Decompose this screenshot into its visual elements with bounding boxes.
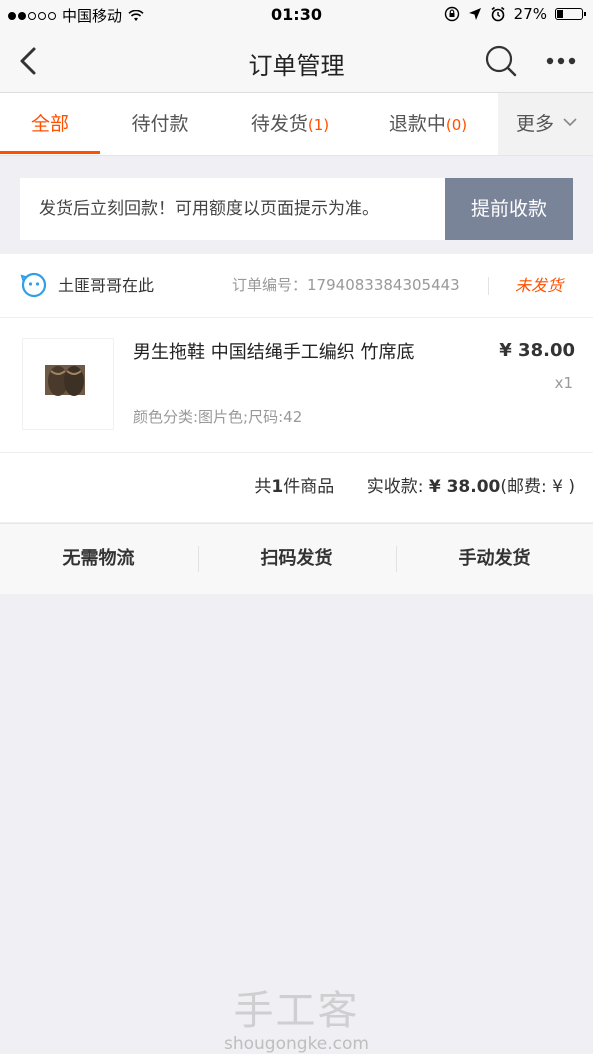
product-price: ¥ 38.00 xyxy=(499,340,575,361)
more-dots-icon[interactable] xyxy=(545,56,577,66)
product-sku: 颜色分类:图片色;尺码:42 xyxy=(133,408,303,426)
order-status: 未发货 xyxy=(515,276,564,295)
battery-icon xyxy=(555,8,586,20)
tab-label: 退款中 xyxy=(388,113,446,135)
status-bar: 中国移动 01:30 27% xyxy=(0,0,593,30)
summary-text: 共1件商品 实收款: ¥ 38.00(邮费: ¥ ) xyxy=(254,453,575,521)
shop-row: 土匪哥哥在此 订单编号：1794083384305443 未发货 xyxy=(0,254,593,318)
location-arrow-icon xyxy=(468,8,481,20)
product-title: 男生拖鞋 中国结绳手工编织 竹席底 xyxy=(133,342,415,363)
product-image xyxy=(22,338,114,430)
tab-all[interactable]: 全部 xyxy=(0,93,100,155)
manual-ship-button[interactable]: 手动发货 xyxy=(396,524,593,594)
search-icon[interactable] xyxy=(484,44,518,78)
early-payment-button[interactable]: 提前收款 xyxy=(445,178,573,240)
lock-rotation-icon xyxy=(444,6,459,22)
tab-label: 全部 xyxy=(30,113,69,135)
received-amount: ¥ 38.00 xyxy=(428,477,501,497)
divider xyxy=(488,277,489,295)
notice-area: 发货后立刻回款！可用额度以页面提示为准。 提前收款 xyxy=(0,156,593,254)
item-count: 1 xyxy=(271,477,284,497)
order-number-value: 1794083384305443 xyxy=(307,276,460,294)
tab-more[interactable]: 更多 xyxy=(498,93,593,155)
shop-name: 土匪哥哥在此 xyxy=(58,276,155,295)
tab-more-label: 更多 xyxy=(516,113,555,135)
order-summary: 共1件商品 实收款: ¥ 38.00(邮费: ¥ ) xyxy=(0,453,593,521)
tab-refunding[interactable]: 退款中(0) xyxy=(363,93,493,155)
action-bar: 无需物流 扫码发货 手动发货 xyxy=(0,523,593,594)
watermark-logo: 手工客 xyxy=(233,988,360,1034)
order-number: 订单编号：1794083384305443 xyxy=(232,254,460,317)
item-count-suffix: 件商品 xyxy=(283,477,335,497)
scan-ship-button[interactable]: 扫码发货 xyxy=(198,524,395,594)
tab-count: (0) xyxy=(445,116,468,134)
tab-pending-payment[interactable]: 待付款 xyxy=(100,93,220,155)
tab-label: 待付款 xyxy=(131,113,189,135)
order-tabs: 全部 待付款 待发货(1) 退款中(0) 更多 xyxy=(0,93,593,156)
no-logistics-button[interactable]: 无需物流 xyxy=(0,524,197,594)
chat-face-icon[interactable] xyxy=(20,271,48,299)
nav-bar: 订单管理 xyxy=(0,30,593,93)
product-row[interactable]: 男生拖鞋 中国结绳手工编织 竹席底 颜色分类:图片色;尺码:42 ¥ 38.00… xyxy=(0,318,593,453)
battery-percent: 27% xyxy=(513,5,547,23)
active-tab-indicator xyxy=(0,151,100,154)
chevron-down-icon xyxy=(563,118,577,127)
received-label: 实收款: xyxy=(366,477,429,497)
notice-text: 发货后立刻回款！可用额度以页面提示为准。 xyxy=(39,199,379,219)
tab-label: 待发货 xyxy=(250,113,308,135)
product-quantity: x1 xyxy=(554,374,573,392)
summary-prefix: 共 xyxy=(254,477,272,497)
watermark-url: shougongke.com xyxy=(224,1034,369,1054)
status-right: 27% xyxy=(444,5,586,23)
tab-pending-shipment[interactable]: 待发货(1) xyxy=(225,93,355,155)
tab-count: (1) xyxy=(307,116,330,134)
notice-banner: 发货后立刻回款！可用额度以页面提示为准。 提前收款 xyxy=(20,178,573,240)
shipping-fee: (邮费: ¥ ) xyxy=(500,477,575,497)
alarm-icon xyxy=(491,6,505,22)
order-card[interactable]: 土匪哥哥在此 订单编号：1794083384305443 未发货 男生拖鞋 中国… xyxy=(0,254,593,522)
battery-level-fill xyxy=(557,10,563,18)
order-number-label: 订单编号： xyxy=(232,276,308,294)
watermark: 手工客 shougongke.com xyxy=(0,978,593,1054)
